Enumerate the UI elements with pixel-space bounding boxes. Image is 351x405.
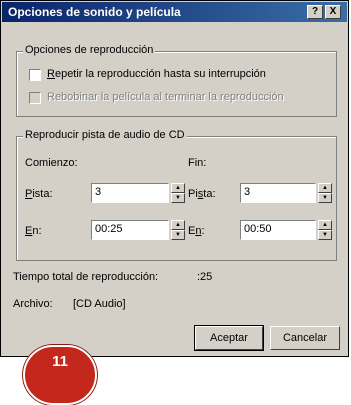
rewind-checkbox <box>29 92 41 104</box>
file-label: Archivo: <box>13 298 53 310</box>
spin-down-icon[interactable]: ▼ <box>318 230 332 240</box>
end-label: Fin: <box>188 157 207 169</box>
end-time-label: En: <box>188 225 205 237</box>
repeat-label-text: epetir la reproducción hasta su interrup… <box>54 68 266 80</box>
ok-button[interactable]: Aceptar <box>194 325 264 351</box>
start-time-spinner[interactable]: ▲ ▼ <box>171 220 185 240</box>
spin-down-icon[interactable]: ▼ <box>318 193 332 203</box>
spin-up-icon[interactable]: ▲ <box>171 220 185 230</box>
cancel-button[interactable]: Cancelar <box>270 326 340 350</box>
step-number-badge: 11 <box>23 345 97 405</box>
window-title: Opciones de sonido y película <box>8 5 181 19</box>
start-track-label: Pista: <box>25 188 53 200</box>
end-track-label: Pista: <box>188 188 216 200</box>
repeat-accel: R <box>47 68 55 80</box>
cd-track-legend: Reproducir pista de audio de CD <box>23 129 187 141</box>
start-track-label-text: ista: <box>32 188 53 200</box>
spin-down-icon[interactable]: ▼ <box>171 193 185 203</box>
end-time-input[interactable]: 00:50 <box>240 220 316 240</box>
spin-down-icon[interactable]: ▼ <box>171 230 185 240</box>
file-value: [CD Audio] <box>73 298 126 310</box>
close-button[interactable]: X <box>325 5 341 19</box>
start-track-spinner[interactable]: ▲ ▼ <box>171 183 185 203</box>
help-button[interactable]: ? <box>307 5 323 19</box>
start-label: Comienzo: <box>25 157 78 169</box>
cd-track-group: Reproducir pista de audio de CD Comienzo… <box>16 129 337 261</box>
start-time-label-text: n: <box>32 225 42 237</box>
sound-movie-options-dialog: Opciones de sonido y película ? X Opcion… <box>0 0 349 357</box>
repeat-label[interactable]: Repetir la reproducción hasta su interru… <box>47 68 266 80</box>
rewind-label: Rebobinar la película al terminar la rep… <box>47 91 284 103</box>
end-track-label-b: ta: <box>203 188 216 200</box>
end-time-label-b: : <box>201 225 205 237</box>
end-time-spinner[interactable]: ▲ ▼ <box>318 220 332 240</box>
end-track-label-a: Pi <box>188 188 198 200</box>
total-time-label: Tiempo total de reproducción: <box>13 271 159 283</box>
playback-options-group: Opciones de reproducción Repetir la repr… <box>16 44 337 117</box>
start-track-input[interactable]: 3 <box>91 183 169 203</box>
playback-options-legend: Opciones de reproducción <box>23 44 156 56</box>
start-time-input[interactable]: 00:25 <box>91 220 169 240</box>
spin-up-icon[interactable]: ▲ <box>171 183 185 193</box>
start-time-label: En: <box>25 225 42 237</box>
title-bar: Opciones de sonido y película ? X <box>2 2 347 22</box>
spin-up-icon[interactable]: ▲ <box>318 220 332 230</box>
end-track-spinner[interactable]: ▲ ▼ <box>318 183 332 203</box>
spin-up-icon[interactable]: ▲ <box>318 183 332 193</box>
end-track-input[interactable]: 3 <box>240 183 316 203</box>
repeat-checkbox[interactable] <box>29 69 41 81</box>
total-time-value: :25 <box>197 271 213 283</box>
